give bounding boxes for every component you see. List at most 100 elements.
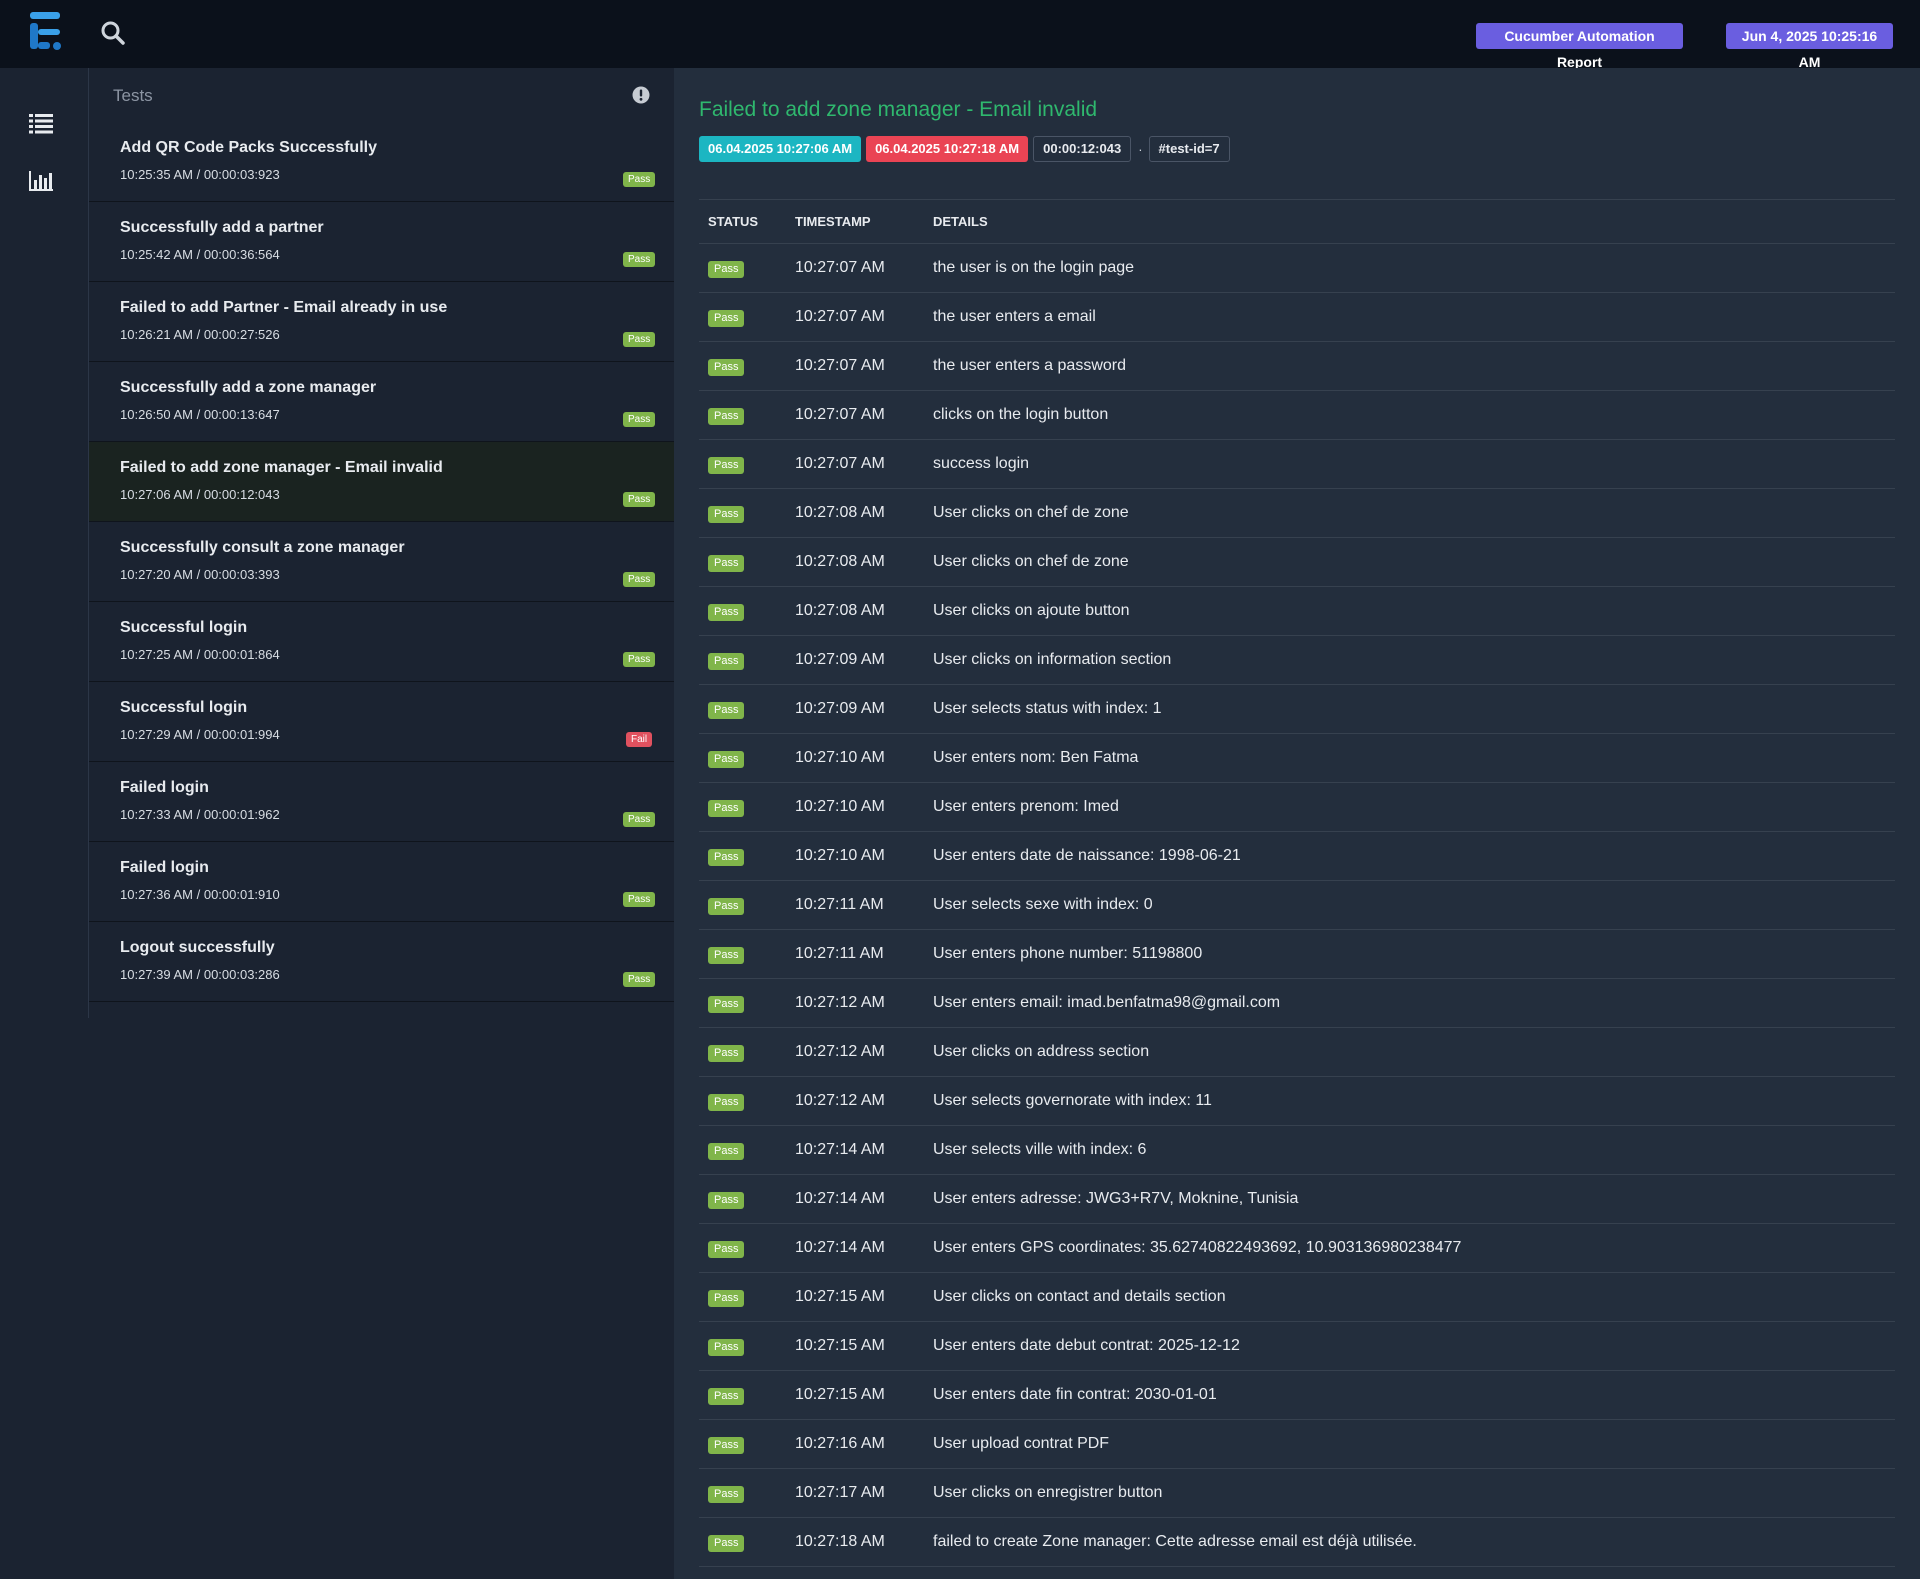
- status-badge: Pass: [708, 505, 745, 523]
- test-name: Successfully add a partner: [120, 219, 324, 236]
- step-details: User enters prenom: Imed: [924, 782, 1895, 832]
- test-time: 10:27:25 AM / 00:00:01:864: [120, 647, 280, 662]
- step-timestamp: 10:27:07 AM: [786, 341, 924, 391]
- step-status-cell: Pass: [699, 341, 786, 391]
- test-list-item[interactable]: Successfully add a partner 10:25:42 AM / …: [89, 202, 674, 282]
- test-name: Failed login: [120, 779, 209, 796]
- table-row: Pass 10:27:14 AM User selects ville with i…: [699, 1125, 1895, 1175]
- top-navbar: Cucumber Automation Report Jun 4, 2025 1…: [0, 0, 1920, 70]
- step-status-cell: Pass: [699, 1370, 786, 1420]
- status-badge: Pass: [623, 492, 656, 507]
- test-time: 10:25:35 AM / 00:00:03:923: [120, 167, 280, 182]
- status-badge: Pass: [708, 407, 745, 425]
- test-time: 10:27:06 AM / 00:00:12:043: [120, 487, 280, 502]
- table-row: Pass 10:27:12 AM User enters email: imad.b…: [699, 978, 1895, 1028]
- extent-logo-icon[interactable]: [28, 12, 64, 54]
- table-row: Pass 10:27:08 AM User clicks on chef de zo…: [699, 537, 1895, 587]
- search-icon[interactable]: [100, 20, 126, 46]
- status-badge: Pass: [623, 332, 656, 347]
- step-timestamp: 10:27:15 AM: [786, 1272, 924, 1322]
- step-status-cell: Pass: [699, 1125, 786, 1175]
- step-details: User selects sexe with index: 0: [924, 880, 1895, 930]
- test-time: 10:26:50 AM / 00:00:13:647: [120, 407, 280, 422]
- step-status-cell: Pass: [699, 1321, 786, 1371]
- table-row: Pass 10:27:07 AM the user enters a passwor…: [699, 341, 1895, 391]
- test-name: Failed to add Partner - Email already in…: [120, 299, 448, 316]
- test-list-item[interactable]: Successful login 10:27:25 AM / 00:00:01:8…: [89, 602, 674, 682]
- column-header-status: STATUS: [699, 199, 786, 244]
- status-badge: Pass: [708, 750, 745, 768]
- step-timestamp: 10:27:09 AM: [786, 635, 924, 685]
- step-status-cell: Pass: [699, 978, 786, 1028]
- step-status-cell: Pass: [699, 1223, 786, 1273]
- bar-chart-icon[interactable]: [29, 170, 53, 192]
- test-time: 10:26:21 AM / 00:00:27:526: [120, 327, 280, 342]
- step-details: User selects status with index: 1: [924, 684, 1895, 734]
- test-name: Successfully add a zone manager: [120, 379, 377, 396]
- step-details: User clicks on address section: [924, 1027, 1895, 1077]
- step-status-cell: Pass: [699, 635, 786, 685]
- test-list-item[interactable]: Failed login 10:27:33 AM / 00:00:01:962 Pa…: [89, 762, 674, 842]
- step-timestamp: 10:27:08 AM: [786, 586, 924, 636]
- step-timestamp: 10:27:08 AM: [786, 488, 924, 538]
- step-timestamp: 10:27:10 AM: [786, 831, 924, 881]
- table-row: Pass 10:27:10 AM User enters date de naiss…: [699, 831, 1895, 881]
- step-details: the user enters a password: [924, 341, 1895, 391]
- table-row: Pass 10:27:11 AM User enters phone number:…: [699, 929, 1895, 979]
- step-details: User enters date debut contrat: 2025-12-…: [924, 1321, 1895, 1371]
- status-badge: Pass: [623, 252, 656, 267]
- step-details: User enters GPS coordinates: 35.62740822…: [924, 1223, 1895, 1273]
- step-timestamp: 10:27:14 AM: [786, 1174, 924, 1224]
- step-status-cell: Pass: [699, 1272, 786, 1322]
- step-status-cell: Pass: [699, 782, 786, 832]
- test-list-item[interactable]: Logout successfully 10:27:39 AM / 00:00:0…: [89, 922, 674, 1002]
- test-name: Successful login: [120, 699, 248, 716]
- status-badge: Pass: [708, 1338, 745, 1356]
- step-timestamp: 10:27:10 AM: [786, 782, 924, 832]
- test-list-item[interactable]: Successful login 10:27:29 AM / 00:00:01:9…: [89, 682, 674, 762]
- end-time-badge: 06.04.2025 10:27:18 AM: [866, 136, 1029, 162]
- step-timestamp: 10:27:11 AM: [786, 880, 924, 930]
- step-timestamp: 10:27:18 AM: [786, 1517, 924, 1567]
- test-time: 10:27:29 AM / 00:00:01:994: [120, 727, 280, 742]
- status-badge: Pass: [623, 652, 656, 667]
- test-id-tag[interactable]: #test-id=7: [1148, 136, 1230, 162]
- status-badge: Pass: [623, 172, 656, 187]
- test-list-item[interactable]: Failed login 10:27:36 AM / 00:00:01:910 Pa…: [89, 842, 674, 922]
- step-timestamp: 10:27:12 AM: [786, 978, 924, 1028]
- step-status-cell: Pass: [699, 1027, 786, 1077]
- test-list-item[interactable]: Failed to add Partner - Email already in…: [89, 282, 674, 362]
- table-row: Pass 10:27:08 AM User clicks on ajoute but…: [699, 586, 1895, 636]
- step-status-cell: Pass: [699, 1076, 786, 1126]
- step-timestamp: 10:27:16 AM: [786, 1419, 924, 1469]
- step-status-cell: Pass: [699, 733, 786, 783]
- test-list-item[interactable]: Successfully add a zone manager 10:26:50 …: [89, 362, 674, 442]
- step-status-cell: Pass: [699, 243, 786, 293]
- status-badge: Pass: [708, 995, 745, 1013]
- step-details: User clicks on information section: [924, 635, 1895, 685]
- test-list-item[interactable]: Successfully consult a zone manager 10:27…: [89, 522, 674, 602]
- test-list: Add QR Code Packs Successfully 10:25:35 A…: [89, 122, 674, 1002]
- list-icon[interactable]: [29, 112, 53, 134]
- test-list-item[interactable]: Failed to add zone manager - Email inval…: [89, 442, 674, 522]
- status-badge: Pass: [708, 1289, 745, 1307]
- step-timestamp: 10:27:12 AM: [786, 1076, 924, 1126]
- step-timestamp: 10:27:12 AM: [786, 1027, 924, 1077]
- step-status-cell: Pass: [699, 390, 786, 440]
- status-badge: Pass: [708, 897, 745, 915]
- status-badge: Pass: [708, 701, 745, 719]
- info-icon[interactable]: [632, 86, 650, 104]
- status-badge: Pass: [708, 1044, 745, 1062]
- test-list-header: Tests: [89, 68, 674, 122]
- step-details: User clicks on chef de zone: [924, 537, 1895, 587]
- test-time: 10:27:39 AM / 00:00:03:286: [120, 967, 280, 982]
- step-details: User selects governorate with index: 11: [924, 1076, 1895, 1126]
- step-timestamp: 10:27:14 AM: [786, 1223, 924, 1273]
- step-status-cell: Pass: [699, 1419, 786, 1469]
- test-list-item[interactable]: Add QR Code Packs Successfully 10:25:35 A…: [89, 122, 674, 202]
- step-details: User clicks on chef de zone: [924, 488, 1895, 538]
- step-details: failed to create Zone manager: Cette adr…: [924, 1517, 1895, 1567]
- step-details: User selects ville with index: 6: [924, 1125, 1895, 1175]
- status-badge: Pass: [708, 309, 745, 327]
- status-badge: Pass: [623, 812, 656, 827]
